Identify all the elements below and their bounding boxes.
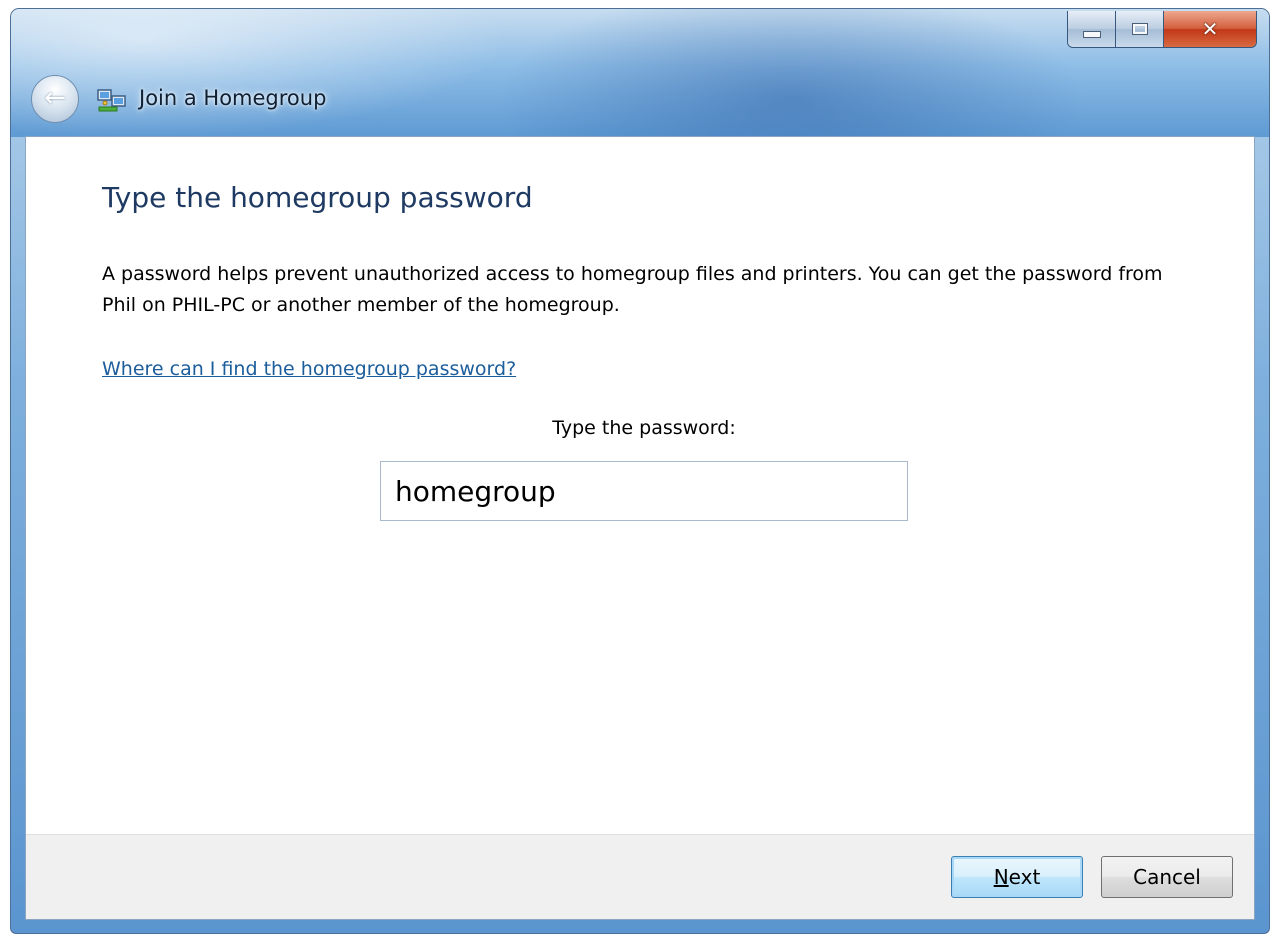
maximize-button[interactable] — [1116, 11, 1164, 47]
maximize-icon — [1131, 23, 1148, 35]
homegroup-icon — [97, 89, 126, 112]
description-text: A password helps prevent unauthorized ac… — [102, 263, 1163, 316]
next-mnemonic: N — [993, 865, 1009, 889]
window-title: Join a Homegroup — [139, 86, 327, 110]
back-arrow-icon: ← — [44, 83, 66, 113]
content-panel: Type the homegroup password A password h… — [25, 136, 1255, 920]
close-button[interactable]: ✕ — [1164, 11, 1256, 47]
password-label: Type the password: — [552, 417, 736, 439]
minimize-button[interactable] — [1068, 11, 1116, 47]
help-link[interactable]: Where can I find the homegroup password? — [102, 358, 516, 380]
button-bar: Next Cancel — [26, 834, 1254, 919]
cancel-button[interactable]: Cancel — [1101, 856, 1233, 898]
page-title: Type the homegroup password — [102, 181, 533, 214]
caption-buttons: ✕ — [1067, 11, 1257, 48]
close-icon: ✕ — [1201, 17, 1219, 41]
password-input[interactable] — [380, 461, 908, 521]
next-button[interactable]: Next — [951, 856, 1083, 898]
next-label: ext — [1008, 865, 1041, 889]
minimize-icon — [1082, 30, 1101, 38]
dialog-window: ✕ ← Join a Homegroup Type the homegroup … — [10, 8, 1270, 934]
back-button[interactable]: ← — [31, 75, 79, 123]
